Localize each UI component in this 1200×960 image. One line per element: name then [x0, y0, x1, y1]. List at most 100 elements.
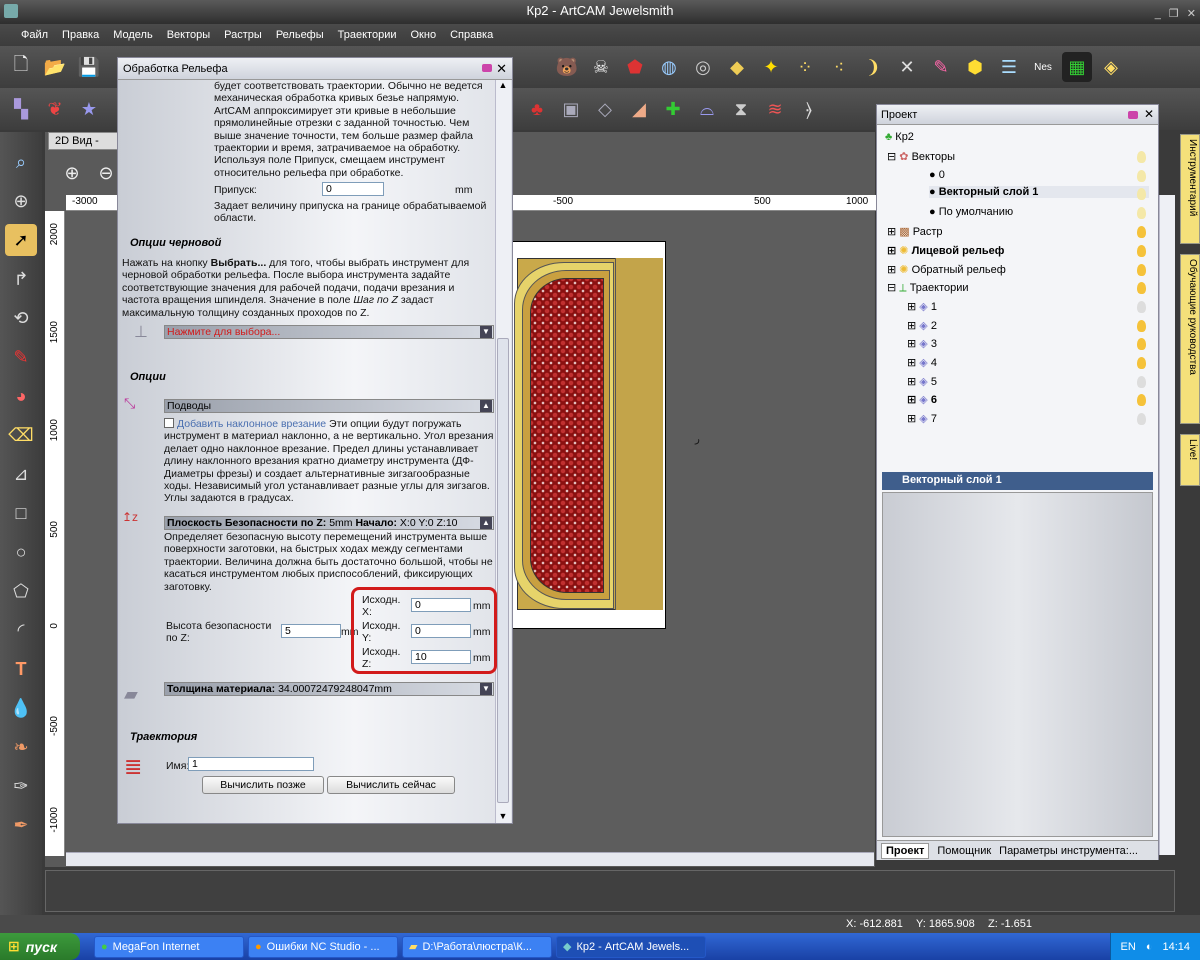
safe-z-height-input[interactable]: 5 — [281, 624, 341, 638]
zoom-box-icon[interactable]: ⌕ — [5, 146, 37, 178]
sculpt-icon[interactable]: ❧ — [5, 731, 37, 763]
visibility-bulb-icon[interactable] — [1137, 170, 1146, 182]
globe-icon[interactable]: ⊕ — [5, 185, 37, 217]
mushroom-icon[interactable]: ♣ — [522, 94, 552, 124]
tree-raster[interactable]: ⊞ ▩ Растр — [887, 225, 943, 238]
side-tab-tutorials[interactable]: Обучающие руководства — [1180, 254, 1200, 424]
material-thickness-bar[interactable]: Толщина материала: 34.00072479248047mm ▼ — [164, 682, 494, 696]
add-green-icon[interactable]: ✚ — [658, 94, 688, 124]
clock[interactable]: 14:14 — [1162, 941, 1190, 953]
calculate-now-button[interactable]: Вычислить сейчас — [327, 776, 455, 794]
layers-gold-icon[interactable]: ◈ — [1096, 52, 1126, 82]
wave-icon[interactable]: ≋ — [760, 94, 790, 124]
tree-toolpath-6[interactable]: ⊞ ◈ 6 — [907, 393, 937, 406]
safe-z-bar[interactable]: Плоскость Безопасности по Z: 5mm Начало:… — [164, 516, 494, 530]
hourglass-icon[interactable]: ⧗ — [726, 94, 756, 124]
visibility-bulb-icon[interactable] — [1137, 394, 1146, 406]
star-icon[interactable]: ★ — [74, 94, 104, 124]
new-file-icon[interactable]: 🗋 — [6, 52, 36, 82]
tree-front-relief[interactable]: ⊞ ✺ Лицевой рельеф — [887, 244, 1004, 257]
visibility-bulb-icon[interactable] — [1137, 151, 1146, 163]
tree-root[interactable]: ♣ Кр2 — [885, 131, 914, 143]
pen-curve-icon[interactable]: ✎ — [926, 52, 956, 82]
tab-tool-params[interactable]: Параметры инструмента:... — [999, 845, 1138, 857]
visibility-bulb-icon[interactable] — [1137, 301, 1146, 313]
relief-pattern[interactable] — [530, 278, 604, 593]
menu-help[interactable]: Справка — [443, 29, 500, 41]
text-icon[interactable]: T — [5, 653, 37, 685]
polyline-icon[interactable]: ⊿ — [5, 458, 37, 490]
pin-icon[interactable] — [482, 64, 492, 72]
gold-gem-icon[interactable]: ⬢ — [960, 52, 990, 82]
tree-toolpath-5[interactable]: ⊞ ◈ 5 — [907, 375, 937, 388]
tree-toolpath-1[interactable]: ⊞ ◈ 1 — [907, 300, 937, 313]
close-button[interactable]: ✕ — [1187, 3, 1196, 25]
pen-icon[interactable]: ✒ — [5, 809, 37, 841]
rectangle-icon[interactable]: □ — [5, 497, 37, 529]
visibility-bulb-icon[interactable] — [1137, 376, 1146, 388]
eraser-icon[interactable]: ⌫ — [5, 419, 37, 451]
ramp-checkbox[interactable] — [164, 418, 174, 428]
nodes2-icon[interactable]: ⁖ — [824, 52, 854, 82]
horizontal-scrollbar[interactable] — [66, 852, 874, 866]
language-indicator[interactable]: EN — [1121, 941, 1136, 953]
nesting-icon[interactable]: Nes — [1028, 52, 1058, 82]
plane-icon[interactable]: ◇ — [590, 94, 620, 124]
start-button[interactable]: ⊞ пуск — [0, 933, 80, 960]
frame-icon[interactable]: ▣ — [556, 94, 586, 124]
menu-reliefs[interactable]: Рельефы — [269, 29, 331, 41]
sphere-mesh-icon[interactable]: ◍ — [654, 52, 684, 82]
tab-2d-view[interactable]: 2D Вид - — [48, 132, 118, 150]
menu-model[interactable]: Модель — [106, 29, 159, 41]
ring-icon[interactable]: ◎ — [688, 52, 718, 82]
tree-layer-0[interactable]: ● 0 — [929, 169, 945, 181]
task-megafon[interactable]: ● MegaFon Internet — [94, 935, 244, 958]
node-edit-icon[interactable]: ↱ — [5, 263, 37, 295]
project-scrollbar[interactable] — [1159, 195, 1175, 855]
brush-icon[interactable]: ◕ — [5, 380, 37, 412]
visibility-bulb-icon[interactable] — [1137, 226, 1146, 238]
arc-icon[interactable]: ◜ — [5, 614, 37, 646]
tab-project[interactable]: Проект — [881, 842, 930, 859]
matrix-icon[interactable]: ▦ — [1062, 52, 1092, 82]
toolpath-name-input[interactable]: 1 — [188, 757, 314, 771]
stamp-icon[interactable]: ⬟ — [620, 52, 650, 82]
side-tab-live[interactable]: Live! — [1180, 434, 1200, 486]
polygon-icon[interactable]: ⬠ — [5, 575, 37, 607]
menu-toolpaths[interactable]: Траектории — [331, 29, 404, 41]
task-firefox[interactable]: ● Ошибки NC Studio - ... — [248, 935, 398, 958]
drop-icon[interactable]: 💧 — [5, 692, 37, 724]
side-tab-toolbox[interactable]: Инструментарий — [1180, 134, 1200, 244]
task-folder[interactable]: ▰ D:\Работа\люстра\К... — [402, 935, 552, 958]
leadin-bar[interactable]: Подводы ▲ — [164, 399, 494, 413]
visibility-bulb-icon[interactable] — [1137, 245, 1146, 257]
visibility-bulb-icon[interactable] — [1137, 413, 1146, 425]
tree-toolpath-2[interactable]: ⊞ ◈ 2 — [907, 319, 937, 332]
network-icon[interactable]: ◐ — [1146, 941, 1153, 953]
panel-scroll-thumb[interactable] — [497, 338, 509, 803]
diamond-gold-icon[interactable]: ◆ — [722, 52, 752, 82]
tree-toolpath-3[interactable]: ⊞ ◈ 3 — [907, 337, 937, 350]
shapes-icon[interactable]: ▚ — [6, 94, 36, 124]
visibility-bulb-icon[interactable] — [1137, 188, 1146, 200]
tree-toolpaths[interactable]: ⊟ ⟂ Траектории — [887, 281, 969, 295]
stack-icon[interactable]: ☰ — [994, 52, 1024, 82]
teddy-icon[interactable]: 🐻 — [552, 52, 582, 82]
tree-vectors[interactable]: ⊟ ✿ Векторы — [887, 150, 955, 163]
calculate-later-button[interactable]: Вычислить позже — [202, 776, 324, 794]
curve-icon[interactable]: ❩ — [858, 52, 888, 82]
save-icon[interactable]: 💾 — [74, 52, 104, 82]
menu-bitmaps[interactable]: Растры — [217, 29, 269, 41]
transform-icon[interactable]: ⟲ — [5, 302, 37, 334]
leaf-icon[interactable]: ❦ — [40, 94, 70, 124]
bracket-icon[interactable]: ⦒ — [794, 94, 824, 124]
menu-window[interactable]: Окно — [404, 29, 444, 41]
tree-layer-1[interactable]: ● Векторный слой 1 — [929, 186, 1149, 198]
visibility-bulb-icon[interactable] — [1137, 338, 1146, 350]
ellipse-icon[interactable]: ○ — [5, 536, 37, 568]
menu-edit[interactable]: Правка — [55, 29, 106, 41]
tree-layer-default[interactable]: ● По умолчанию — [929, 206, 1013, 218]
pencil-icon[interactable]: ✎ — [5, 341, 37, 373]
tree-toolpath-4[interactable]: ⊞ ◈ 4 — [907, 356, 937, 369]
maximize-button[interactable]: ❐ — [1169, 3, 1179, 25]
